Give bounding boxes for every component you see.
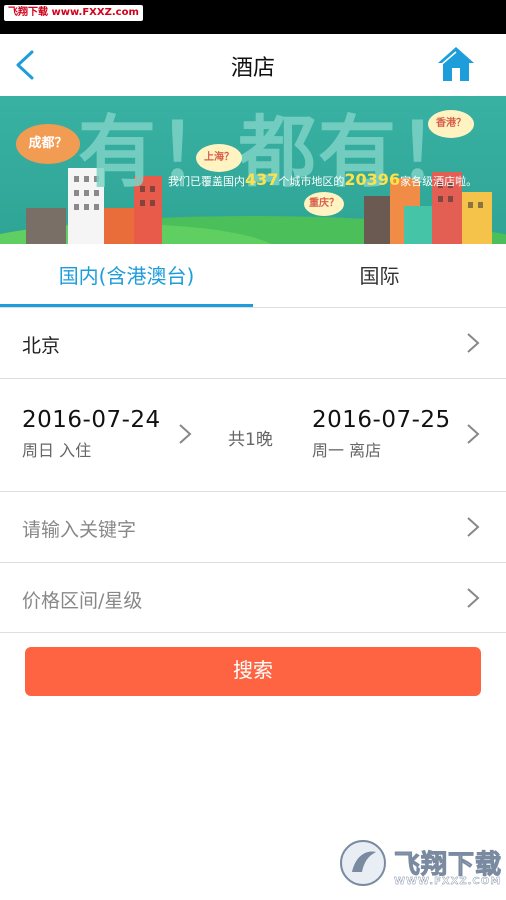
price-star-placeholder: 价格区间/星级 (22, 590, 143, 612)
checkin-block[interactable]: 2016-07-24 周日 入住 (22, 407, 161, 461)
chevron-right-icon (467, 517, 480, 537)
price-star-filter[interactable]: 价格区间/星级 (0, 563, 506, 633)
chevron-right-icon (467, 424, 480, 444)
home-button[interactable] (436, 44, 476, 84)
keyword-field[interactable]: 请输入关键字 (0, 492, 506, 563)
search-button[interactable]: 搜索 (25, 647, 481, 696)
checkout-block[interactable]: 2016-07-25 周一 离店 (312, 407, 451, 461)
tab-indicator (0, 304, 253, 307)
checkin-label: 周日 入住 (22, 441, 92, 460)
banner-city-bubble: 重庆？ (304, 192, 344, 216)
checkout-date: 2016-07-25 (312, 407, 451, 433)
banner-city-bubble: 上海？ (196, 144, 242, 172)
banner-city-bubble: 香港？ (428, 110, 474, 138)
date-selector[interactable]: 2016-07-24 周日 入住 共1晚 2016-07-25 周一 离店 (0, 379, 506, 492)
watermark-logo: 飞翔下载 WWW.FXXZ.COM (338, 838, 502, 890)
page-title: 酒店 (230, 56, 275, 81)
banner-coverage-text: 我们已覆盖国内437个城市地区的20396家各级酒店啦。 (168, 170, 478, 189)
watermark-top: 飞翔下载 www.FXXZ.com (4, 5, 143, 21)
city-selector[interactable]: 北京 (0, 308, 506, 379)
tab-domestic[interactable]: 国内(含港澳台) (0, 244, 253, 308)
chevron-right-icon (467, 333, 480, 353)
fxxz-logo-icon (340, 840, 386, 886)
chevron-right-icon (467, 588, 480, 608)
status-bar: 飞翔下载 www.FXXZ.com (0, 0, 506, 34)
region-tabs: 国内(含港澳台) 国际 (0, 244, 506, 308)
nights-count: 共1晚 (228, 430, 273, 450)
checkout-label: 周一 离店 (312, 441, 382, 460)
nav-bar: 酒店 (0, 34, 506, 96)
home-icon (438, 47, 474, 81)
checkin-date: 2016-07-24 (22, 407, 161, 433)
watermark-logo-url: WWW.FXXZ.COM (394, 876, 502, 887)
chevron-right-icon (179, 424, 192, 444)
keyword-placeholder: 请输入关键字 (22, 519, 137, 541)
city-value: 北京 (22, 335, 61, 357)
banner-city-bubble: 成都？ (16, 124, 80, 164)
tab-international[interactable]: 国际 (253, 244, 506, 308)
promo-banner[interactable]: 有！都有！ 我们已覆盖国内437个城市地区的20396家各级酒店啦。 成都？ 上… (0, 96, 506, 244)
